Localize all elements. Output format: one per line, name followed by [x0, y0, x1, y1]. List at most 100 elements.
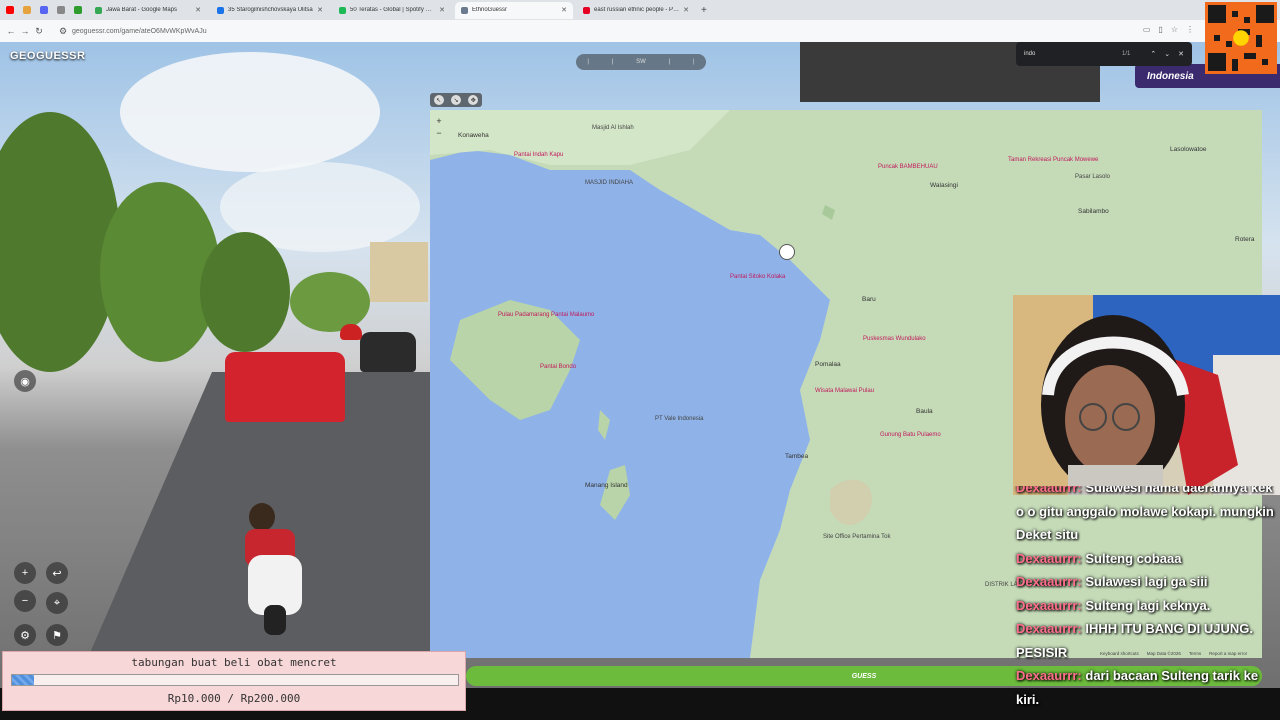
pinned-tab-audio[interactable]	[54, 3, 68, 17]
new-tab-button[interactable]: +	[701, 5, 707, 16]
forward-icon[interactable]: →	[18, 26, 32, 36]
browser-tab[interactable]: 50 Teratas - Global | Spotify Pl... ✕	[333, 2, 451, 19]
map-place-label[interactable]: Puncak BAMBEHUAU	[878, 164, 938, 170]
stream-chat: Dexaaurrr: Sulawesi nama daerahnya kek o…	[1013, 486, 1280, 720]
pinned-tab-3[interactable]	[37, 3, 51, 17]
map-place-label[interactable]: MASJID INDIAHA	[585, 180, 633, 186]
map-grow-icon[interactable]: ↘	[450, 95, 461, 105]
find-close-icon[interactable]: ✕	[1178, 50, 1184, 58]
site-info-icon[interactable]: ⚙	[56, 26, 70, 37]
browser-tab[interactable]: east russian ethnic people - Pi... ✕	[577, 2, 695, 19]
map-place-label[interactable]: Taman Rekreasi Puncak Mowewe	[1008, 157, 1098, 163]
zoom-in-button[interactable]: +	[14, 562, 36, 584]
map-place-label[interactable]: Pomalaa	[815, 361, 841, 368]
map-zoom-out-button[interactable]: −	[434, 128, 444, 138]
browser-tab[interactable]: EthnoGuessr ✕	[455, 1, 573, 19]
donation-current: Rp10.000	[167, 692, 221, 705]
pinned-tab-5[interactable]	[71, 3, 85, 17]
return-to-start-icon[interactable]: ⌖	[46, 592, 68, 614]
map-place-label[interactable]: Site Office Pertamina Tok	[823, 534, 890, 540]
map-place-label[interactable]: Pulau Padamarang Pantai Malaumo	[498, 312, 594, 318]
donation-target: Rp200.000	[240, 692, 301, 705]
find-input[interactable]: indo	[1024, 51, 1122, 57]
chat-message: Dexaaurrr: Sulteng lagi keknya.	[1013, 594, 1280, 618]
map-shrink-icon[interactable]: ↖	[433, 95, 444, 105]
map-place-label[interactable]: Pantai Indah Kapu	[514, 152, 563, 158]
donation-title: tabungan buat beli obat mencret	[131, 656, 337, 669]
tab-favicon-icon	[339, 6, 346, 14]
menu-icon[interactable]: ⋮	[1186, 25, 1194, 34]
back-icon[interactable]: ←	[4, 26, 18, 36]
find-next-icon[interactable]: ⌄	[1164, 50, 1170, 58]
tab-favicon-icon	[95, 6, 102, 14]
map-place-label[interactable]: Wisata Malawai Pulau	[815, 388, 874, 394]
browser-tab[interactable]: Jawa Barat - Google Maps ✕	[89, 2, 207, 19]
donation-amount: Rp10.000 / Rp200.000	[167, 692, 301, 705]
tab-close-icon[interactable]: ✕	[439, 6, 445, 14]
map-place-label[interactable]: Konaweha	[458, 132, 489, 139]
map-pin-icon[interactable]: ◉	[14, 370, 36, 392]
chat-username: Dexaaurrr:	[1016, 550, 1082, 566]
flag-icon[interactable]: ⚑	[46, 624, 68, 646]
tab-close-icon[interactable]: ✕	[561, 6, 567, 14]
chat-text: Sulteng lagi keknya.	[1085, 597, 1211, 613]
map-place-label[interactable]: Puskesmas Wundulako	[863, 336, 926, 342]
compass: | | SW | |	[576, 54, 706, 70]
chat-text: Sulawesi lagi ga siii	[1085, 574, 1208, 589]
find-previous-icon[interactable]: ⌃	[1150, 50, 1156, 58]
donation-goal-widget: tabungan buat beli obat mencret Rp10.000…	[2, 651, 466, 711]
chat-username: Dexaaurrr:	[1016, 486, 1082, 495]
find-count: 1/1	[1122, 51, 1131, 57]
browser-tab[interactable]: 35 Starogilnishchovskaya Ulitsa ✕	[211, 2, 329, 19]
settings-gear-icon[interactable]: ⚙	[14, 624, 36, 646]
map-place-label[interactable]: Manang Island	[585, 482, 628, 489]
pinned-tab-youtube[interactable]	[3, 3, 17, 17]
map-size-controls: ↖ ↘ ✥	[430, 93, 482, 107]
scooter-rider	[245, 503, 302, 635]
webcam-overlay	[1013, 295, 1280, 495]
tab-favicon-icon	[217, 6, 224, 14]
map-place-label[interactable]: Baru	[862, 296, 876, 303]
map-place-label[interactable]: Sabilambo	[1078, 208, 1109, 215]
chat-message: Dexaaurrr: Sulteng cobaaa	[1013, 547, 1280, 571]
undo-move-button[interactable]: ↩	[46, 562, 68, 584]
tab-favicon-icon	[461, 6, 468, 14]
address-bar: ← → ↻ ⚙ geoguessr.com/game/ateO6MvWKpWvA…	[0, 20, 1280, 42]
cast-icon[interactable]: ▭	[1143, 25, 1151, 34]
tab-close-icon[interactable]: ✕	[317, 6, 323, 14]
tab-favicon-icon	[583, 6, 590, 14]
donation-progress-fill	[12, 675, 35, 685]
tab-close-icon[interactable]: ✕	[683, 6, 689, 14]
map-zoom-in-button[interactable]: +	[434, 116, 444, 126]
chat-message: Dexaaurrr: Sulawesi nama daerahnya kek o…	[1013, 486, 1280, 547]
extensions-icon[interactable]: ▯	[1158, 25, 1162, 34]
bookmark-icon[interactable]: ☆	[1171, 25, 1178, 34]
reload-icon[interactable]: ↻	[32, 26, 46, 37]
tab-title: 50 Teratas - Global | Spotify Pl...	[350, 7, 436, 13]
map-place-label[interactable]: Tambea	[785, 453, 808, 460]
map-place-label[interactable]: Pasar Lasolo	[1075, 174, 1110, 180]
url-field[interactable]: geoguessr.com/game/ateO6MvWKpWvAJu	[72, 28, 207, 35]
chat-username: Dexaaurrr:	[1016, 597, 1082, 613]
chat-username: Dexaaurrr:	[1016, 574, 1082, 589]
map-place-label[interactable]: Gunung Batu Pulaemo	[880, 432, 941, 438]
map-place-label[interactable]: Pantai Bondo	[540, 364, 576, 370]
map-place-label[interactable]: Rotera	[1235, 236, 1255, 243]
map-place-label[interactable]: Walasingi	[930, 182, 958, 189]
tab-title: 35 Starogilnishchovskaya Ulitsa	[228, 7, 313, 13]
tab-close-icon[interactable]: ✕	[195, 6, 201, 14]
donation-progress-bar	[11, 674, 459, 686]
map-place-label[interactable]: Lasolowatoe	[1170, 146, 1207, 153]
map-place-label[interactable]: Masjid Al Ishlah	[592, 125, 634, 131]
chat-message: Dexaaurrr: Sulawesi lagi ga siii	[1013, 570, 1280, 594]
tab-title: east russian ethnic people - Pi...	[594, 7, 680, 13]
player-marker-icon[interactable]	[779, 244, 795, 260]
map-pin-toggle-icon[interactable]: ✥	[468, 95, 479, 105]
chat-username: Dexaaurrr:	[1016, 621, 1082, 636]
map-place-label[interactable]: Baula	[916, 408, 933, 415]
chat-text: Sulteng cobaaa	[1085, 550, 1182, 566]
pinned-tab-2[interactable]	[20, 3, 34, 17]
map-place-label[interactable]: Pantai Sitoko Kolaka	[730, 274, 785, 280]
map-place-label[interactable]: PT Vale Indonesia	[655, 416, 703, 422]
zoom-out-button[interactable]: −	[14, 590, 36, 612]
